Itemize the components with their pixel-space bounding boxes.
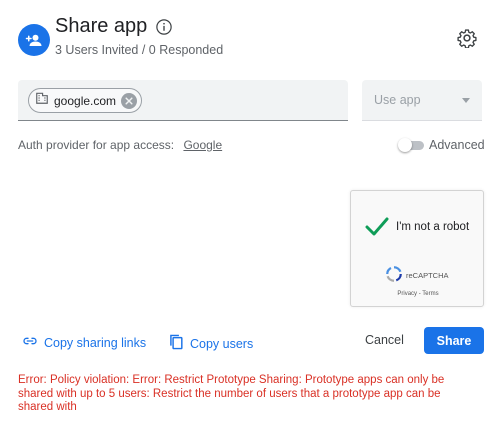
error-message: Error: Policy violation: Error: Restrict…	[18, 374, 445, 413]
cancel-button[interactable]: Cancel	[365, 333, 404, 347]
auth-provider-row: Auth provider for app access: Google	[18, 138, 222, 152]
copy-icon	[168, 333, 184, 354]
add-person-icon	[18, 24, 50, 56]
access-level-value: Use app	[374, 93, 421, 107]
domain-chip-label: google.com	[54, 93, 117, 108]
captcha-label: I'm not a robot	[396, 221, 470, 233]
advanced-toggle[interactable]	[398, 138, 424, 152]
chevron-down-icon	[462, 97, 470, 103]
share-with-input[interactable]: google.com	[18, 80, 348, 121]
recaptcha-logo-icon	[385, 265, 403, 283]
building-icon	[35, 91, 49, 110]
copy-sharing-links-label: Copy sharing links	[44, 335, 147, 350]
share-button[interactable]: Share	[424, 327, 484, 354]
recaptcha-widget: I'm not a robot reCAPTCHA Privacy - Term…	[350, 190, 484, 307]
captcha-brand: reCAPTCHA	[406, 271, 449, 280]
gear-icon[interactable]	[457, 28, 477, 49]
access-level-select[interactable]: Use app	[362, 80, 482, 121]
copy-users-button[interactable]: Copy users	[168, 333, 253, 354]
captcha-terms[interactable]: Privacy - Terms	[351, 291, 485, 297]
toggle-thumb	[398, 138, 412, 152]
auth-provider-label: Auth provider for app access:	[18, 138, 175, 152]
close-circle-icon[interactable]	[121, 92, 138, 109]
copy-sharing-links-button[interactable]: Copy sharing links	[22, 333, 146, 352]
advanced-label: Advanced	[429, 138, 485, 152]
link-icon	[22, 333, 38, 352]
dialog-title: Share app	[55, 15, 173, 38]
auth-provider-link[interactable]: Google	[183, 138, 222, 152]
info-icon[interactable]	[155, 18, 173, 36]
invite-status: 3 Users Invited / 0 Responded	[55, 43, 224, 57]
title-text: Share app	[55, 15, 148, 37]
checkmark-icon[interactable]	[365, 217, 389, 237]
domain-chip[interactable]: google.com	[28, 88, 143, 113]
copy-users-label: Copy users	[190, 336, 254, 351]
